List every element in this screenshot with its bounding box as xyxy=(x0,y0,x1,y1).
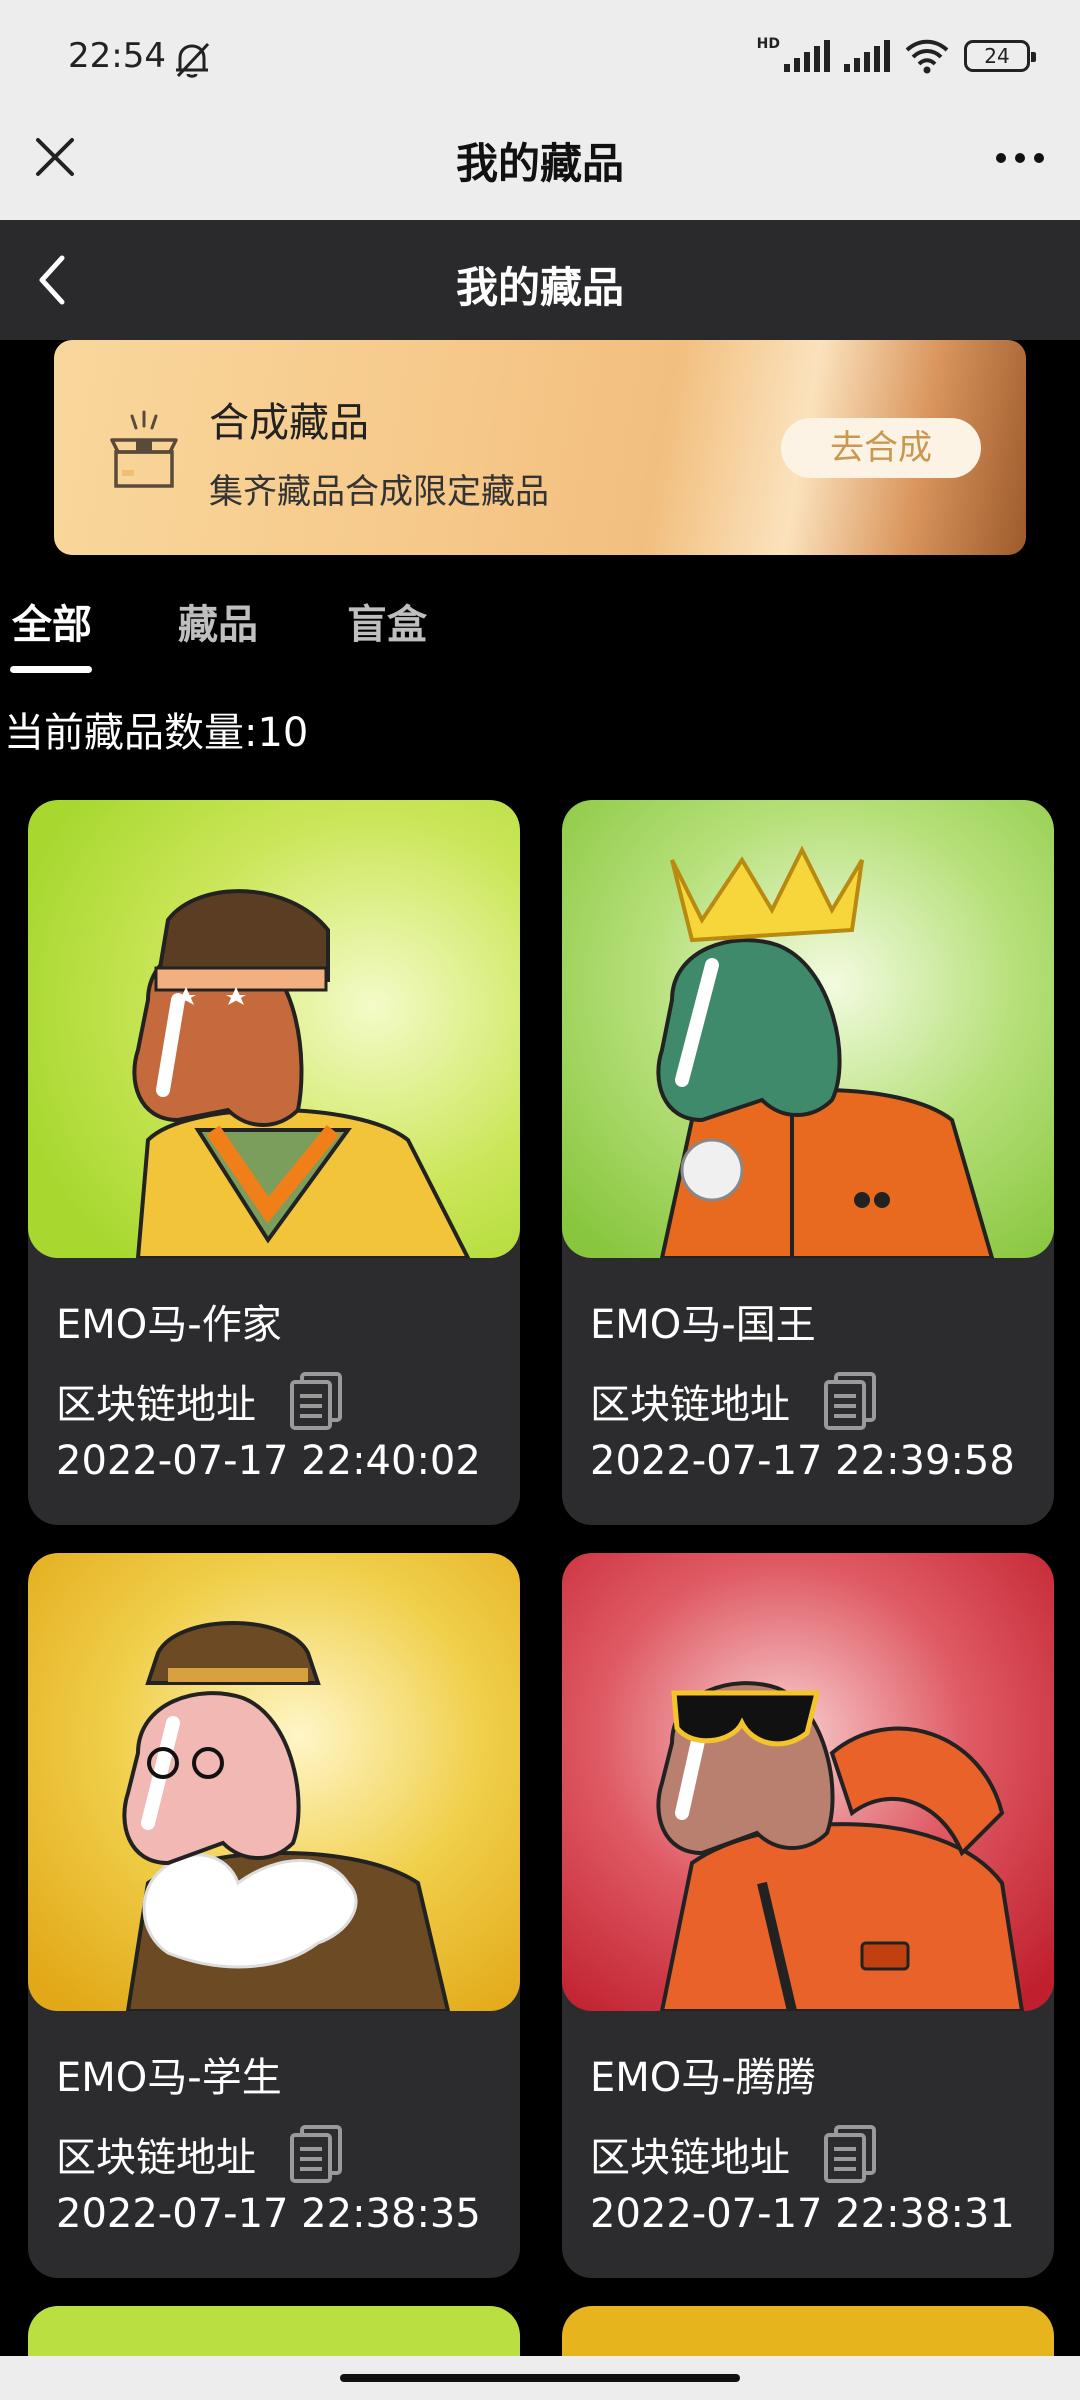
collectible-date: 2022-07-17 22:38:31 xyxy=(590,2191,1015,2237)
blockchain-address-label: 区块链地址 xyxy=(590,1382,790,1428)
network-type-label: HD xyxy=(756,36,780,52)
status-right: HD 24 xyxy=(756,36,1036,76)
collectible-name: EMO马-国王 xyxy=(590,1302,816,1348)
tab-collectibles[interactable]: 藏品 xyxy=(178,592,258,650)
collectible-date: 2022-07-17 22:38:35 xyxy=(56,2191,481,2237)
banner-subtitle: 集齐藏品合成限定藏品 xyxy=(209,472,549,512)
tab-all[interactable]: 全部 xyxy=(12,592,92,650)
blockchain-address-row[interactable]: 区块链地址 xyxy=(590,1370,880,1432)
collection-count: 当前藏品数量:10 xyxy=(4,710,309,756)
collectible-card[interactable]: EMO马-国王 区块链地址 2022-07-17 22:39:58 xyxy=(562,800,1054,1525)
blockchain-address-label: 区块链地址 xyxy=(56,2135,256,2181)
status-time: 22:54 xyxy=(68,36,166,76)
battery-icon: 24 xyxy=(964,40,1036,72)
collectible-image xyxy=(28,800,520,1258)
home-indicator[interactable] xyxy=(340,2374,740,2382)
blockchain-address-label: 区块链地址 xyxy=(56,1382,256,1428)
navigation-bar xyxy=(0,2356,1080,2400)
synthesis-banner[interactable]: 合成藏品 集齐藏品合成限定藏品 去合成 xyxy=(54,340,1026,555)
blockchain-address-row[interactable]: 区块链地址 xyxy=(590,2123,880,2185)
title-bar: 我的藏品 xyxy=(0,110,1080,220)
active-tab-indicator xyxy=(10,666,92,673)
blockchain-address-row[interactable]: 区块链地址 xyxy=(56,1370,346,1432)
banner-title: 合成藏品 xyxy=(209,400,369,446)
signal-icon xyxy=(784,40,830,72)
copy-icon[interactable] xyxy=(286,2123,346,2185)
collectible-image xyxy=(28,1553,520,2011)
copy-icon[interactable] xyxy=(820,2123,880,2185)
collectible-name: EMO马-作家 xyxy=(56,1302,282,1348)
collectible-name: EMO马-学生 xyxy=(56,2055,282,2101)
mute-bell-icon xyxy=(176,42,210,78)
more-icon[interactable] xyxy=(990,138,1050,178)
collectible-date: 2022-07-17 22:40:02 xyxy=(56,1438,481,1484)
page-title: 我的藏品 xyxy=(455,263,624,312)
status-bar: 22:54 HD 24 xyxy=(0,0,1080,110)
gift-box-icon xyxy=(110,410,178,488)
collectible-card[interactable]: EMO马-作家 区块链地址 2022-07-17 22:40:02 xyxy=(28,800,520,1525)
collectible-image xyxy=(562,1553,1054,2011)
collectible-card[interactable]: EMO马-学生 区块链地址 2022-07-17 22:38:35 xyxy=(28,1553,520,2278)
collectible-date: 2022-07-17 22:39:58 xyxy=(590,1438,1015,1484)
blockchain-address-label: 区块链地址 xyxy=(590,2135,790,2181)
window-title: 我的藏品 xyxy=(455,139,624,188)
signal-icon-2 xyxy=(844,40,890,72)
wifi-icon xyxy=(905,39,949,74)
collectible-name: EMO马-腾腾 xyxy=(590,2055,816,2101)
copy-icon[interactable] xyxy=(820,1370,880,1432)
copy-icon[interactable] xyxy=(286,1370,346,1432)
blockchain-address-row[interactable]: 区块链地址 xyxy=(56,2123,346,2185)
category-tabs: 全部 藏品 盲盒 xyxy=(0,580,1080,690)
tab-blind-box[interactable]: 盲盒 xyxy=(347,592,427,650)
collectible-card[interactable]: EMO马-腾腾 区块链地址 2022-07-17 22:38:31 xyxy=(562,1553,1054,2278)
battery-level: 24 xyxy=(984,44,1010,68)
page-header: 我的藏品 xyxy=(0,220,1080,340)
go-synthesize-button[interactable]: 去合成 xyxy=(781,418,981,478)
collectible-image xyxy=(562,800,1054,1258)
